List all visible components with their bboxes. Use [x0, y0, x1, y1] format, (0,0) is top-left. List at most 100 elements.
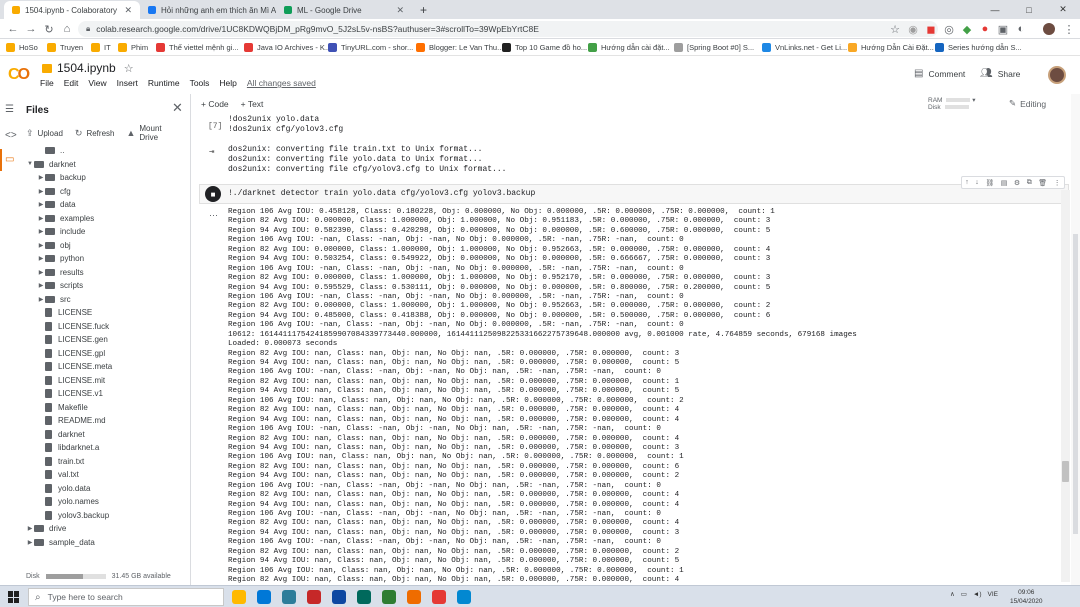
comment-icon[interactable]: ▤ [1001, 179, 1008, 187]
notebook-filename[interactable]: 1504.ipynb [57, 61, 116, 75]
tree-file[interactable]: LICENSE.gpl [22, 347, 190, 361]
maximize-button[interactable]: □ [1012, 0, 1046, 19]
taskbar-app-icon[interactable] [257, 590, 271, 604]
colab-logo[interactable]: CO [8, 66, 30, 84]
tree-folder[interactable]: ▶ results [22, 266, 190, 280]
reload-icon[interactable]: ↻ [40, 19, 58, 39]
tree-folder[interactable]: ▶ data [22, 198, 190, 212]
tree-folder[interactable]: ▶ include [22, 225, 190, 239]
chevron-up-icon[interactable]: ∧ [950, 590, 955, 598]
back-arrow-icon[interactable]: ← [4, 19, 22, 39]
tab-facebook[interactable]: Hỏi những anh em thích ăn Mì Al ✕ [140, 1, 276, 19]
scrollbar-thumb[interactable] [1073, 234, 1078, 534]
network-icon[interactable]: ▭ [961, 590, 967, 598]
extension-icon[interactable]: ◼ [922, 19, 940, 39]
bookmark-item[interactable]: HoSo [6, 41, 38, 54]
more-vert-icon[interactable]: ⋮ [1054, 179, 1061, 187]
avatar[interactable] [1048, 66, 1066, 84]
language-indicator[interactable]: VIE [988, 591, 998, 598]
chevron-right-icon[interactable]: ▶ [37, 269, 45, 276]
tree-file[interactable]: LICENSE.v1 [22, 387, 190, 401]
tree-file[interactable]: val.txt [22, 468, 190, 482]
bookmark-item[interactable]: TinyURL.com - shor... [328, 41, 413, 54]
taskbar-app-icon[interactable] [332, 590, 346, 604]
tree-file[interactable]: yolo.data [22, 482, 190, 496]
settings-gear-icon[interactable]: ⚙︎ [1014, 179, 1020, 187]
mount-drive-button[interactable]: ▲ Mount Drive [126, 124, 178, 142]
ram-disk-indicator[interactable]: RAM ▾ Disk [928, 97, 976, 111]
add-code-button[interactable]: + Code [201, 99, 229, 109]
chevron-right-icon[interactable]: ▶ [26, 539, 34, 546]
refresh-button[interactable]: ↻ Refresh [75, 124, 115, 142]
taskbar-app-icon[interactable] [282, 590, 296, 604]
url-field[interactable]: 🔒︎ colab.research.google.com/drive/1UC8K… [78, 21, 938, 37]
extension-icon[interactable]: ● [976, 19, 994, 39]
tree-folder[interactable]: ▶ cfg [22, 185, 190, 199]
comment-button[interactable]: ▤ Comment [914, 68, 965, 79]
files-folder-icon[interactable]: ▭ [5, 154, 14, 165]
bookmark-star-icon[interactable]: ☆ [886, 19, 904, 39]
menu-view[interactable]: View [88, 78, 106, 88]
tree-folder[interactable]: ▼ darknet [22, 158, 190, 172]
tree-file[interactable]: LICENSE.mit [22, 374, 190, 388]
extension-icon[interactable]: ◆ [958, 19, 976, 39]
menu-tools[interactable]: Tools [190, 78, 210, 88]
bookmark-item[interactable]: [Spring Boot #0] S... [674, 41, 754, 54]
code-snippets-icon[interactable]: <> [5, 130, 17, 141]
taskbar-app-icon[interactable] [407, 590, 421, 604]
chevron-right-icon[interactable]: ▶ [37, 282, 45, 289]
extension-icon[interactable]: ▣ [994, 19, 1012, 39]
menu-runtime[interactable]: Runtime [148, 78, 180, 88]
chevron-right-icon[interactable]: ▶ [37, 242, 45, 249]
tree-file[interactable]: train.txt [22, 455, 190, 469]
minimize-button[interactable]: — [978, 0, 1012, 19]
taskbar-app-icon[interactable] [307, 590, 321, 604]
windows-start-icon[interactable] [8, 591, 20, 603]
chevron-right-icon[interactable]: ▶ [26, 525, 34, 532]
close-icon[interactable]: ✕ [172, 100, 183, 116]
tree-folder[interactable]: ▶ backup [22, 171, 190, 185]
taskbar-app-icon[interactable] [382, 590, 396, 604]
bookmark-item[interactable]: Hướng dẫn cài đặt... [588, 41, 670, 54]
tree-file[interactable]: yolov3.backup [22, 509, 190, 523]
tree-folder[interactable]: ▶ sample_data [22, 536, 190, 550]
taskbar-search[interactable]: ⌕ Type here to search [28, 588, 224, 606]
output-menu-icon[interactable]: ⋯ [209, 210, 218, 221]
tab-colab[interactable]: 1504.ipynb - Colaboratory ✕ [4, 1, 140, 19]
menu-file[interactable]: File [40, 78, 54, 88]
chevron-right-icon[interactable]: ▶ [37, 296, 45, 303]
tree-file[interactable]: Makefile [22, 401, 190, 415]
upload-button[interactable]: ⇪ Upload [26, 124, 63, 142]
move-down-icon[interactable]: ↓ [975, 179, 979, 186]
menu-help[interactable]: Help [219, 78, 236, 88]
taskbar-app-icon[interactable] [457, 590, 471, 604]
chevron-right-icon[interactable]: ▶ [37, 201, 45, 208]
mirror-icon[interactable]: ⧉ [1027, 179, 1032, 187]
chevron-right-icon[interactable]: ▶ [37, 228, 45, 235]
tree-folder[interactable]: ▶ drive [22, 522, 190, 536]
tree-file[interactable]: libdarknet.a [22, 441, 190, 455]
extension-icon[interactable]: ◐ [1012, 19, 1030, 39]
notebook-scrollbar[interactable] [1071, 94, 1080, 585]
browser-menu-icon[interactable]: ⋮ [1060, 19, 1078, 39]
chevron-right-icon[interactable]: ▶ [37, 255, 45, 262]
bookmark-item[interactable]: Truyen [47, 41, 83, 54]
bookmark-item[interactable]: Blogger: Le Van Thu... [416, 41, 503, 54]
editing-mode-button[interactable]: ✎ Editing [1009, 98, 1046, 109]
menu-insert[interactable]: Insert [117, 78, 138, 88]
bookmark-item[interactable]: Thế viettel mệnh gi... [156, 41, 239, 54]
tree-file[interactable]: LICENSE.meta [22, 360, 190, 374]
taskbar-clock[interactable]: 09:06 15/04/2020 [1010, 588, 1043, 606]
extension-icon[interactable]: ◉ [904, 19, 922, 39]
forward-arrow-icon[interactable]: → [22, 19, 40, 39]
link-icon[interactable]: ⛓︎ [985, 179, 994, 187]
new-tab-button[interactable]: + [412, 1, 432, 19]
menu-edit[interactable]: Edit [64, 78, 79, 88]
chevron-right-icon[interactable]: ▶ [37, 188, 45, 195]
run-cell-button[interactable]: ■ [205, 186, 221, 202]
chevron-down-icon[interactable]: ▼ [26, 161, 34, 167]
volume-icon[interactable]: ◄) [973, 591, 982, 598]
cell-code[interactable]: !./darknet detector train yolo.data cfg/… [228, 189, 535, 199]
tab-drive[interactable]: ML - Google Drive ✕ [276, 1, 412, 19]
home-icon[interactable]: ⌂ [58, 19, 76, 39]
